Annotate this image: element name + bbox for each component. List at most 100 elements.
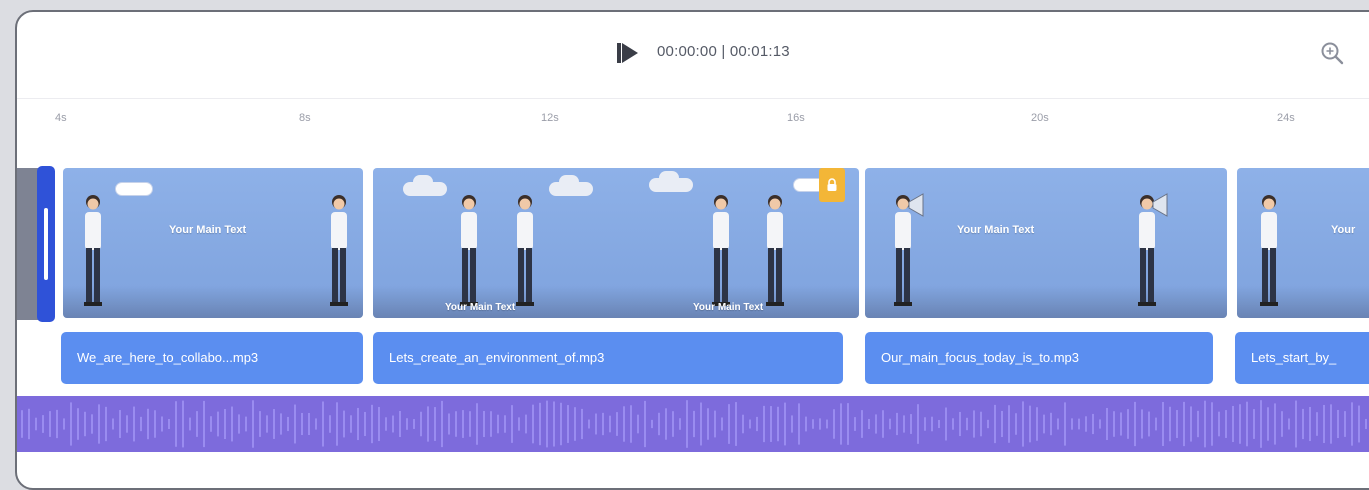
waveform-bar: [770, 406, 772, 442]
waveform-bar: [1022, 401, 1024, 447]
waveform-bar: [714, 410, 716, 438]
waveform-bar: [49, 411, 51, 437]
waveform-bar: [819, 418, 821, 430]
waveform-bar: [1071, 418, 1073, 430]
waveform-bar: [553, 401, 555, 447]
waveform-bar: [462, 410, 464, 438]
scene-title-text: Your: [1331, 224, 1356, 236]
waveform-bar: [133, 406, 135, 442]
ruler-tick: 20s: [1031, 112, 1049, 124]
character-figure: [330, 195, 348, 306]
thought-cloud: [649, 171, 693, 192]
waveform-bar: [917, 404, 919, 444]
scene-floor: [63, 286, 363, 318]
waveform-bar: [1267, 407, 1269, 441]
character-figure: [460, 195, 478, 306]
character-figure: [712, 195, 730, 306]
waveform-bar: [651, 419, 653, 429]
waveform-bar: [896, 412, 898, 436]
waveform-bar: [469, 411, 471, 437]
waveform-bar: [161, 416, 163, 432]
waveform-bar: [1190, 406, 1192, 442]
waveform-bar: [105, 406, 107, 442]
waveform-bar: [308, 412, 310, 436]
waveform-bar: [1141, 409, 1143, 439]
scene-clip-3[interactable]: Your Main Text: [865, 168, 1227, 318]
timecode-display: 00:00:00 | 00:01:13: [657, 43, 790, 60]
waveform-bar: [1302, 408, 1304, 440]
character-figure: [894, 193, 924, 306]
waveform-bar: [1120, 412, 1122, 436]
waveform-bar: [826, 419, 828, 429]
waveform-bar: [273, 409, 275, 439]
waveform-bar: [966, 417, 968, 431]
waveform-bar: [742, 414, 744, 434]
waveform-bar: [329, 415, 331, 433]
waveform-bar: [259, 411, 261, 437]
playhead-handle[interactable]: [37, 166, 55, 322]
waveform-bar: [539, 402, 541, 446]
waveform-bar: [70, 402, 72, 446]
waveform-bar: [448, 413, 450, 435]
waveform-bar: [385, 417, 387, 431]
waveform-bar: [294, 404, 296, 444]
music-waveform-track[interactable]: [17, 396, 1369, 452]
audio-clip-3[interactable]: Our_main_focus_today_is_to.mp3: [865, 332, 1213, 384]
waveform-bar: [945, 407, 947, 441]
waveform-bar: [189, 417, 191, 431]
waveform-bar: [868, 418, 870, 430]
audio-clip-2[interactable]: Lets_create_an_environment_of.mp3: [373, 332, 843, 384]
ruler-tick: 8s: [299, 112, 311, 124]
waveform-bar: [707, 408, 709, 440]
waveform-bar: [735, 402, 737, 446]
waveform-bar: [315, 418, 317, 430]
waveform-bar: [35, 417, 37, 431]
zoom-in-icon[interactable]: [1319, 40, 1345, 66]
waveform-bar: [406, 418, 408, 430]
waveform-bar: [994, 404, 996, 444]
audio-clip-1[interactable]: We_are_here_to_collabo...mp3: [61, 332, 363, 384]
audio-clip-4[interactable]: Lets_start_by_: [1235, 332, 1369, 384]
waveform-bar: [959, 411, 961, 437]
waveform-bar: [952, 418, 954, 430]
waveform-bar: [98, 404, 100, 444]
scene-lock-badge[interactable]: [819, 168, 845, 202]
waveform-bar: [434, 407, 436, 441]
waveform-bar: [1344, 411, 1346, 437]
ruler-tick: 16s: [787, 112, 805, 124]
waveform-bar: [28, 408, 30, 440]
waveform-bar: [1113, 411, 1115, 437]
audio-clip-label: Lets_create_an_environment_of.mp3: [389, 350, 605, 365]
waveform-bar: [357, 407, 359, 441]
waveform-bar: [182, 400, 184, 448]
waveform-bar: [1351, 402, 1353, 446]
waveform-bar: [1253, 409, 1255, 439]
audio-clip-label: Lets_start_by_: [1251, 350, 1337, 365]
waveform-bar: [721, 417, 723, 431]
waveform-bar: [616, 412, 618, 436]
waveform-bar: [1239, 404, 1241, 444]
character-figure: [84, 195, 102, 306]
waveform-bar: [1232, 405, 1234, 443]
waveform-bar: [413, 419, 415, 429]
waveform-bar: [350, 415, 352, 433]
waveform-bar: [427, 406, 429, 442]
waveform-bar: [560, 402, 562, 446]
time-ruler[interactable]: 4s 8s 12s 16s 20s 24s: [17, 100, 1369, 160]
waveform-bar: [91, 414, 93, 434]
scene-clip-1[interactable]: Your Main Text: [63, 168, 363, 318]
waveform-bar: [567, 405, 569, 443]
waveform-bar: [175, 401, 177, 447]
waveform-bar: [266, 415, 268, 433]
waveform-bar: [784, 402, 786, 446]
scene-clip-2[interactable]: Your Main Text Your Main Text: [373, 168, 859, 318]
waveform-bar: [833, 409, 835, 439]
waveform-bar: [546, 400, 548, 448]
play-icon[interactable]: [617, 41, 639, 65]
waveform-bar: [1330, 404, 1332, 444]
waveform-bar: [595, 413, 597, 435]
waveform-bar: [623, 406, 625, 442]
lock-icon: [827, 178, 837, 191]
waveform-bar: [1246, 401, 1248, 447]
scene-clip-4[interactable]: Your: [1237, 168, 1369, 318]
